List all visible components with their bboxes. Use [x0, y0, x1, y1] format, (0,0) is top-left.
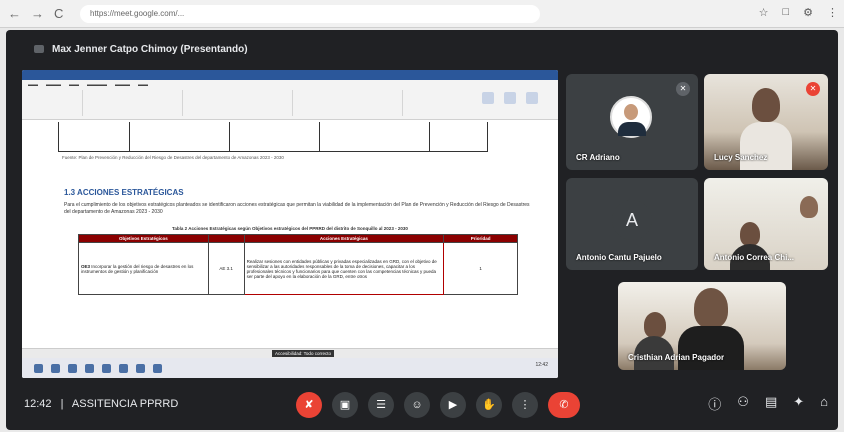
- participant-tile[interactable]: Antonio Correa Chi...: [704, 178, 828, 270]
- ribbon-divider: [82, 90, 83, 116]
- presentation-icon: [34, 45, 44, 54]
- browser-toolbar: ← → C https://meet.google.com/... ☆ □ ⚙ …: [0, 0, 844, 28]
- chrome-icon[interactable]: [136, 363, 145, 373]
- table-header-row: Objetivos Estratégicos Acciones Estratég…: [78, 234, 518, 243]
- participant-tile[interactable]: ✕ CR Adriano: [566, 74, 698, 170]
- table-source-caption: Fuente: Plan de Prevención y Reducción d…: [62, 155, 284, 160]
- reuse-icon: [526, 92, 538, 104]
- previous-table-bottom: [58, 122, 488, 152]
- forward-icon[interactable]: →: [31, 6, 44, 21]
- participant-name: Cristhian Adrian Pagador: [628, 353, 725, 362]
- mic-off-icon: ✕: [806, 82, 820, 96]
- table-title: Tabla 2 Acciones Estratégicas según Obje…: [172, 226, 408, 231]
- settings-icon[interactable]: ⚙: [803, 6, 813, 19]
- participant-avatar: A: [612, 200, 652, 240]
- chat-icon[interactable]: ▤: [765, 394, 777, 413]
- side-controls: ⓘ ⚇ ▤ ✦ ⌂: [708, 394, 828, 413]
- dictate-icon: [482, 92, 494, 104]
- more-options-icon[interactable]: ⋮: [512, 392, 538, 418]
- raise-hand-icon[interactable]: ✋: [476, 392, 502, 418]
- explorer-icon[interactable]: [102, 363, 111, 373]
- participant-tile[interactable]: ✕ Lucy Sanchez: [704, 74, 828, 170]
- end-call-icon[interactable]: ✆: [548, 392, 580, 418]
- shared-screen[interactable]: ▬▬ ▬▬▬ ▬▬ ▬▬▬▬ ▬▬▬ ▬▬ Fuente: Plan de Prevenc…: [22, 70, 558, 378]
- participant-name: Antonio Cantu Pajuelo: [576, 253, 662, 262]
- participant-tile[interactable]: A Antonio Cantu Pajuelo: [566, 178, 698, 270]
- word-status-bar: Accesibilidad: Todo correcto: [22, 348, 558, 358]
- start-icon[interactable]: [34, 363, 43, 373]
- browser-tools: ☆ □ ⚙ ⋮: [759, 6, 838, 19]
- participant-name: CR Adriano: [576, 153, 620, 162]
- table-cell-action: Realizar sesiones con entidades públicas…: [243, 242, 445, 295]
- meeting-info: 12:42 | ASSITENCIA PPRRD: [24, 398, 178, 410]
- table-header: Objetivos Estratégicos: [78, 234, 209, 243]
- meet-stage: Max Jenner Catpo Chimoy (Presentando) ▬▬…: [6, 30, 838, 430]
- meeting-separator: |: [60, 398, 64, 410]
- meeting-time: 12:42: [24, 398, 52, 410]
- word-titlebar: [22, 70, 558, 80]
- menu-icon[interactable]: ⋮: [827, 6, 838, 19]
- participant-tile[interactable]: Cristhian Adrian Pagador: [618, 282, 786, 370]
- camera-icon[interactable]: ▣: [332, 392, 358, 418]
- ribbon-tabs: ▬▬ ▬▬▬ ▬▬ ▬▬▬▬ ▬▬▬ ▬▬: [28, 82, 148, 88]
- section-heading: 1.3 ACCIONES ESTRATÉGICAS: [64, 188, 184, 197]
- tab-icon[interactable]: □: [782, 6, 789, 19]
- strategic-actions-table: Objetivos Estratégicos Acciones Estratég…: [78, 234, 518, 295]
- ribbon-divider: [402, 90, 403, 116]
- reload-icon[interactable]: C: [54, 6, 63, 21]
- table-header: [207, 234, 245, 243]
- search-icon[interactable]: [51, 363, 60, 373]
- participant-name: Antonio Correa Chi...: [714, 253, 794, 262]
- ribbon-divider: [182, 90, 183, 116]
- info-icon[interactable]: ⓘ: [708, 394, 721, 413]
- table-header: Prioridad: [443, 234, 518, 243]
- table-cell-objective: OE3 Incorporar la gestión del riesgo de …: [78, 242, 209, 295]
- meet-control-bar: 12:42 | ASSITENCIA PPRRD ✘ ▣ ☰ ☺ ▶ ✋ ⋮ ✆…: [6, 384, 838, 430]
- participant-avatar: [610, 96, 652, 138]
- document-page: Fuente: Plan de Prevención y Reducción d…: [22, 122, 558, 358]
- taskview-icon[interactable]: [68, 363, 77, 373]
- mic-off-icon[interactable]: ✘: [296, 392, 322, 418]
- edge-icon[interactable]: [85, 363, 94, 373]
- call-controls: ✘ ▣ ☰ ☺ ▶ ✋ ⋮ ✆: [296, 392, 580, 418]
- section-paragraph: Para el cumplimiento de los objetivos es…: [64, 202, 530, 215]
- word-icon[interactable]: [119, 363, 128, 373]
- editor-icon: [504, 92, 516, 104]
- ribbon-divider: [292, 90, 293, 116]
- excel-icon[interactable]: [153, 363, 162, 373]
- word-ribbon: ▬▬ ▬▬▬ ▬▬ ▬▬▬▬ ▬▬▬ ▬▬: [22, 80, 558, 120]
- back-icon[interactable]: ←: [8, 6, 21, 21]
- objective-text: Incorporar la gestión del riesgo de desa…: [81, 263, 194, 274]
- emoji-icon[interactable]: ☺: [404, 392, 430, 418]
- meeting-name: ASSITENCIA PPRRD: [71, 398, 179, 410]
- present-icon[interactable]: ▶: [440, 392, 466, 418]
- ribbon-icon-group: [482, 92, 538, 104]
- bookmark-icon[interactable]: ☆: [759, 6, 769, 19]
- taskbar-clock: 12:42: [535, 362, 548, 368]
- presenter-label: Max Jenner Catpo Chimoy (Presentando): [52, 44, 248, 55]
- windows-taskbar: 12:42: [22, 358, 558, 378]
- browser-nav: ← → C: [8, 6, 63, 21]
- presenter-banner: Max Jenner Catpo Chimoy (Presentando): [34, 44, 248, 55]
- participant-name: Lucy Sanchez: [714, 153, 768, 162]
- accessibility-status[interactable]: Accesibilidad: Todo correcto: [272, 350, 334, 357]
- table-header: Acciones Estratégicas: [243, 234, 445, 243]
- host-controls-icon[interactable]: ⌂: [820, 394, 828, 413]
- people-icon[interactable]: ⚇: [737, 394, 749, 413]
- mic-off-icon: ✕: [676, 82, 690, 96]
- address-bar[interactable]: https://meet.google.com/...: [80, 5, 540, 23]
- captions-icon[interactable]: ☰: [368, 392, 394, 418]
- table-row: OE3 Incorporar la gestión del riesgo de …: [78, 242, 518, 295]
- activities-icon[interactable]: ✦: [793, 394, 804, 413]
- table-cell-ae-code: AE 3.1: [207, 242, 245, 295]
- table-cell-priority: 1: [443, 242, 518, 295]
